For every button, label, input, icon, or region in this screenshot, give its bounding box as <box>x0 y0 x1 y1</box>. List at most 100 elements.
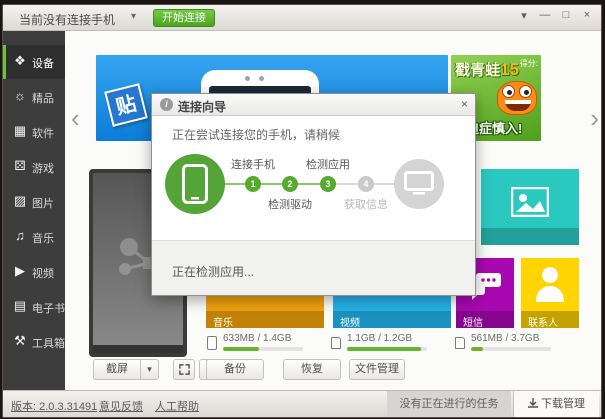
picture-icon: ▨ <box>12 193 28 209</box>
storage-text: 561MB / 3.7GB <box>471 333 539 344</box>
software-grid-icon: ▦ <box>12 123 28 139</box>
storage-text: 633MB / 1.4GB <box>223 333 291 344</box>
wizard-step-4-dot: 4 <box>358 176 374 192</box>
frog-pupil <box>524 90 529 95</box>
frog-eye <box>502 85 515 98</box>
wizard-step-1-dot: 1 <box>245 176 261 192</box>
game-title-text: 戳青蛙15 <box>455 59 519 80</box>
sidebar-item-music[interactable]: ♫ 音乐 <box>3 220 65 254</box>
connection-wizard-dialog: i 连接向导 × 正在尝试连接您的手机，请稍候 1 2 3 4 连接手机 检测驱… <box>151 93 476 296</box>
dialog-close-icon[interactable]: × <box>461 97 468 111</box>
info-icon: i <box>160 98 173 111</box>
game-title-number: 15 <box>500 60 519 79</box>
file-manager-button[interactable]: 文件管理 <box>349 359 405 380</box>
video-play-icon: ▶ <box>12 263 28 279</box>
minimize-icon[interactable]: — <box>539 9 551 22</box>
sidebar-item-featured[interactable]: ☼ 精品 <box>3 80 65 114</box>
device-icon: ❖ <box>12 53 28 69</box>
screenshot-dropdown-icon[interactable]: ▾ <box>140 359 159 380</box>
tile-label: 视频 <box>340 314 360 329</box>
sidebar-item-label: 电子书 <box>32 300 65 316</box>
tile-strip: 联系人 <box>521 311 579 328</box>
sidebar-item-video[interactable]: ▶ 视频 <box>3 255 65 289</box>
download-manager-button[interactable]: 下载管理 <box>513 391 599 417</box>
frog-mouth <box>505 100 531 111</box>
screenshot-button[interactable]: 截屏 <box>93 359 141 380</box>
toolbox-icon: ⚒ <box>12 333 28 349</box>
dialog-titlebar: i 连接向导 × <box>152 94 475 116</box>
computer-endpoint-icon <box>394 159 444 209</box>
storage-bar-fill <box>223 347 259 351</box>
storage-bar-fill <box>471 347 483 351</box>
storage-bar <box>471 347 551 351</box>
version-link[interactable]: 版本: 2.0.3.31491 <box>11 398 97 414</box>
carousel-prev-icon[interactable]: ‹ <box>71 103 80 134</box>
sidebar-item-label: 视频 <box>32 265 54 281</box>
chevron-down-icon[interactable]: ▾ <box>131 11 136 22</box>
sidebar-item-pictures[interactable]: ▨ 图片 <box>3 185 65 219</box>
statusbar: 版本: 2.0.3.31491 意见反馈 人工帮助 没有正在进行的任务 下载管理 <box>3 390 601 417</box>
close-icon[interactable]: × <box>581 9 593 22</box>
phone-bezel <box>93 345 183 353</box>
restore-button[interactable]: 恢复 <box>283 359 341 380</box>
tile-label: 音乐 <box>213 314 233 329</box>
ebook-icon: ▤ <box>12 298 28 314</box>
wizard-step-3-dot: 3 <box>320 176 336 192</box>
phone-endpoint-icon <box>165 154 225 214</box>
connection-status-text[interactable]: 当前没有连接手机 <box>19 11 115 28</box>
download-manager-label: 下载管理 <box>541 398 585 410</box>
titlebar: 当前没有连接手机 ▾ 开始连接 ▾ — □ × <box>3 5 601 31</box>
storage-bar <box>223 347 303 351</box>
storage-bar-fill <box>347 347 421 351</box>
storage-text: 1.1GB / 1.2GB <box>347 333 412 344</box>
contact-person-icon <box>535 266 565 302</box>
tile-photos[interactable] <box>481 169 579 245</box>
help-link[interactable]: 人工帮助 <box>155 398 199 414</box>
wizard-step-4-label: 获取信息 <box>344 196 388 212</box>
backup-button[interactable]: 备份 <box>206 359 264 380</box>
dialog-message: 正在尝试连接您的手机，请稍候 <box>172 126 340 143</box>
sidebar-item-toolbox[interactable]: ⚒ 工具箱 <box>3 325 65 359</box>
sidebar-item-label: 图片 <box>32 195 54 211</box>
feedback-link[interactable]: 意见反馈 <box>99 398 143 414</box>
tile-strip: 短信 <box>456 311 514 328</box>
maximize-icon[interactable]: □ <box>560 9 572 22</box>
fullscreen-icon[interactable] <box>173 359 195 380</box>
wizard-step-2-label: 检测驱动 <box>268 196 312 212</box>
dialog-title: 连接向导 <box>178 98 226 115</box>
sidebar: ❖ 设备 ☼ 精品 ▦ 软件 ⚄ 游戏 ▨ 图片 ♫ 音乐 ▶ 视频 ▤ 电子书 <box>3 31 65 393</box>
sidebar-item-label: 音乐 <box>32 230 54 246</box>
phone-camera-dot <box>259 76 264 81</box>
phone-storage-icon <box>207 336 217 350</box>
photo-icon <box>511 187 549 217</box>
tile-label: 联系人 <box>528 314 558 329</box>
dialog-status-text: 正在检测应用... <box>172 263 254 280</box>
wizard-step-2-dot: 2 <box>282 176 298 192</box>
score-label: 得分: <box>520 58 538 69</box>
tile-contacts[interactable]: 联系人 <box>521 258 579 328</box>
frog-character-graphic <box>497 81 537 115</box>
window-controls: ▾ — □ × <box>518 9 593 22</box>
storage-bar <box>347 347 427 351</box>
sidebar-item-label: 设备 <box>32 55 54 71</box>
dialog-footer: 正在检测应用... <box>152 240 475 295</box>
sidebar-item-device[interactable]: ❖ 设备 <box>3 45 65 79</box>
featured-icon: ☼ <box>12 88 28 103</box>
task-status-text: 没有正在进行的任务 <box>387 391 511 417</box>
skin-menu-icon[interactable]: ▾ <box>518 9 530 22</box>
sd-card-icon <box>331 337 341 349</box>
carousel-next-icon[interactable]: › <box>590 103 599 134</box>
sidebar-item-label: 工具箱 <box>32 335 65 351</box>
sidebar-item-games[interactable]: ⚄ 游戏 <box>3 150 65 184</box>
tile-strip: 音乐 <box>206 311 324 328</box>
sidebar-item-label: 软件 <box>32 125 54 141</box>
sd-card-icon <box>455 337 465 349</box>
tile-strip: 视频 <box>333 311 451 328</box>
app-window: 当前没有连接手机 ▾ 开始连接 ▾ — □ × ❖ 设备 ☼ 精品 ▦ 软件 ⚄… <box>2 4 602 418</box>
start-connect-button[interactable]: 开始连接 <box>153 9 215 27</box>
tile-strip <box>481 228 579 245</box>
sidebar-item-software[interactable]: ▦ 软件 <box>3 115 65 149</box>
frog-teeth <box>505 100 531 104</box>
sidebar-item-ebook[interactable]: ▤ 电子书 <box>3 290 65 324</box>
sticker-badge: 贴 <box>104 83 148 127</box>
